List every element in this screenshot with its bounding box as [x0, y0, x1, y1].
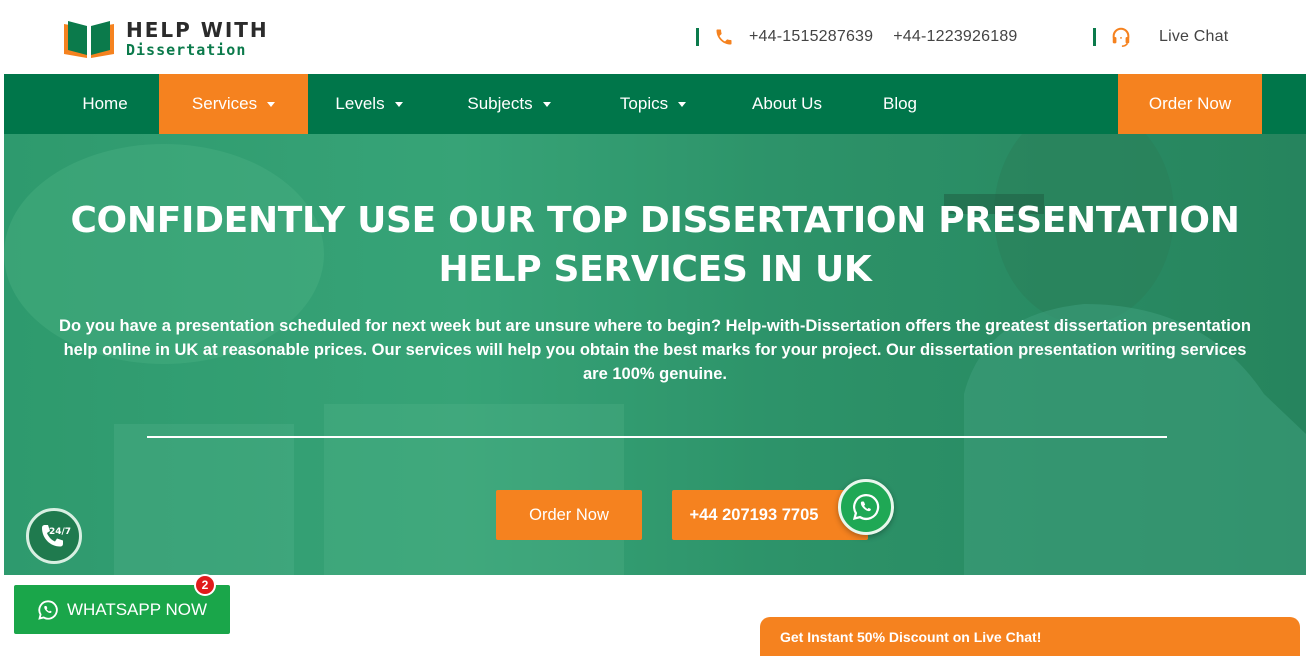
nav-order-now-button[interactable]: Order Now	[1118, 74, 1262, 134]
nav-item-levels[interactable]: Levels	[314, 74, 424, 134]
hero-title-line-1: CONFIDENTLY USE OUR TOP DISSERTATION PRE…	[70, 200, 1240, 241]
nav-label: About Us	[752, 94, 822, 113]
chat-bar-label: Get Instant 50% Discount on Live Chat!	[780, 628, 1042, 645]
hero-phone-label: +44 207193 7705	[689, 505, 819, 524]
hero-title-line-2: HELP SERVICES IN UK	[438, 249, 872, 290]
logo-line-1: HELP WITH	[126, 18, 269, 42]
live-chat-contact[interactable]: Live Chat	[1093, 26, 1228, 48]
phone-number-1[interactable]: +44-1515287639	[749, 28, 873, 46]
hero-title: CONFIDENTLY USE OUR TOP DISSERTATION PRE…	[4, 196, 1306, 294]
book-logo-icon	[64, 21, 114, 58]
nav-item-subjects[interactable]: Subjects	[444, 74, 574, 134]
live-chat-label: Live Chat	[1159, 28, 1229, 45]
hero-order-label: Order Now	[529, 505, 609, 524]
nav-label: Home	[82, 94, 128, 113]
hero-order-now-button[interactable]: Order Now	[496, 490, 642, 540]
nav-order-label: Order Now	[1148, 94, 1232, 113]
divider	[1093, 28, 1096, 46]
hero-subtitle: Do you have a presentation scheduled for…	[59, 317, 1251, 383]
site-logo[interactable]: HELP WITH Dissertation	[62, 18, 269, 60]
nav-item-topics[interactable]: Topics	[598, 74, 708, 134]
nav-label: Blog	[882, 94, 918, 113]
phone-contacts: +44-1515287639 +44-1223926189	[696, 26, 1018, 48]
hero-banner: CONFIDENTLY USE OUR TOP DISSERTATION PRE…	[4, 134, 1306, 575]
nav-item-services[interactable]: Services	[159, 74, 308, 134]
phone-number-2[interactable]: +44-1223926189	[893, 28, 1017, 46]
nav-item-home[interactable]: Home	[54, 74, 156, 134]
notification-badge: 2	[194, 574, 216, 596]
caret-down-icon	[394, 101, 403, 107]
nav-label: Subjects	[467, 94, 533, 113]
nav-label: Levels	[335, 94, 385, 113]
whatsapp-icon[interactable]	[838, 479, 894, 535]
nav-label: Topics	[619, 94, 669, 113]
caret-down-icon	[267, 101, 276, 107]
logo-line-2: Dissertation	[126, 41, 247, 59]
phone-icon	[713, 26, 735, 48]
nav-label: Services	[191, 94, 258, 113]
whatsapp-now-label: WHATSAPP NOW	[66, 599, 208, 619]
divider	[696, 28, 699, 46]
support-247-button[interactable]: 24/7	[26, 508, 82, 564]
main-nav: Home Services Levels Subjects Topics Abo…	[4, 74, 1306, 134]
caret-down-icon	[542, 101, 551, 107]
live-chat-discount-bar[interactable]: Get Instant 50% Discount on Live Chat!	[760, 617, 1300, 656]
hero-divider	[147, 436, 1167, 438]
caret-down-icon	[678, 101, 687, 107]
phone-247-icon: 24/7	[42, 525, 71, 547]
nav-item-blog[interactable]: Blog	[864, 74, 936, 134]
whatsapp-icon	[38, 599, 58, 620]
site-header: HELP WITH Dissertation +44-1515287639 +4…	[4, 0, 1306, 74]
badge-247-text: 24/7	[49, 527, 71, 537]
headset-icon	[1110, 26, 1132, 48]
nav-item-about[interactable]: About Us	[734, 74, 840, 134]
